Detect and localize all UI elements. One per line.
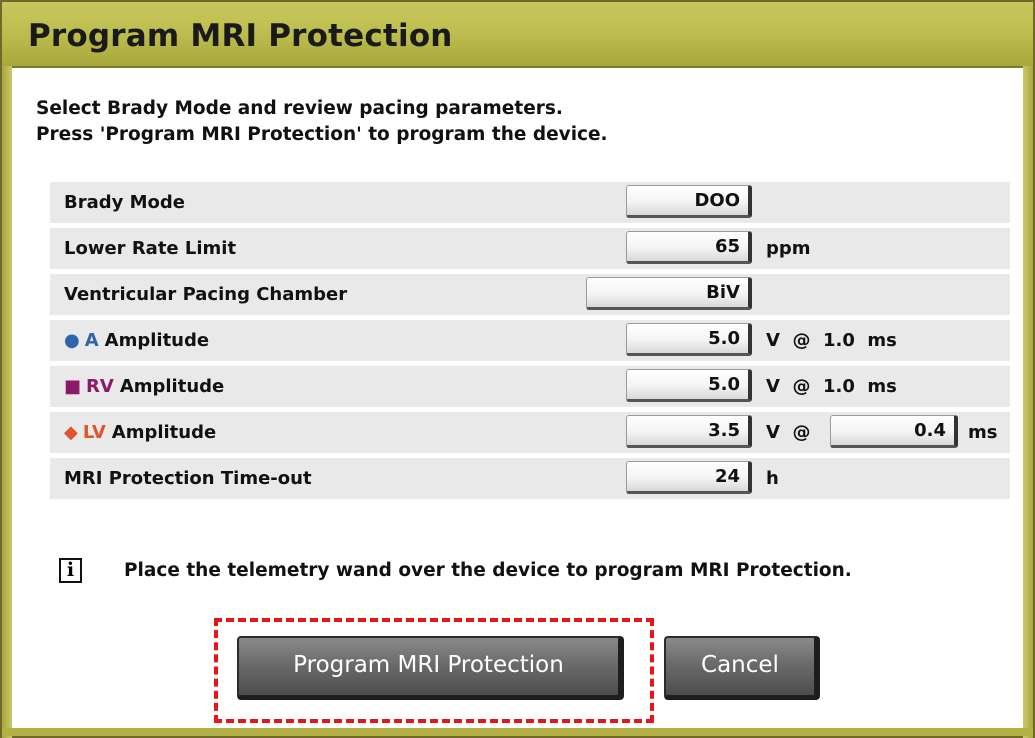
lv-amplitude-unit: V @ — [766, 422, 811, 443]
row-lv-amplitude: ◆ LV Amplitude 3.5 V @ 0.4 ms — [50, 412, 1010, 453]
instruction-line-1: Select Brady Mode and review pacing para… — [36, 98, 563, 119]
rv-amplitude-label-group: ■ RV Amplitude — [64, 376, 224, 397]
lv-channel-label: LV — [82, 422, 106, 443]
a-amplitude-button[interactable]: 5.0 — [626, 323, 752, 356]
cancel-button[interactable]: Cancel — [664, 636, 820, 700]
a-amplitude-unit: V @ 1.0 ms — [766, 330, 897, 351]
row-rv-amplitude: ■ RV Amplitude 5.0 V @ 1.0 ms — [50, 366, 1010, 407]
frame-bottom — [2, 728, 1033, 736]
frame-right — [1023, 66, 1033, 738]
mri-timeout-unit: h — [766, 468, 779, 489]
mri-timeout-label: MRI Protection Time-out — [64, 468, 312, 489]
row-vent-pacing-chamber: Ventricular Pacing Chamber BiV — [50, 274, 1010, 315]
lv-pulse-width-button[interactable]: 0.4 — [830, 415, 958, 448]
a-channel-label: A — [84, 330, 99, 351]
rv-amplitude-label: Amplitude — [119, 376, 225, 397]
mri-timeout-button[interactable]: 24 — [626, 461, 752, 494]
lv-amplitude-label: Amplitude — [111, 422, 217, 443]
lv-amplitude-button[interactable]: 3.5 — [626, 415, 752, 448]
lv-diamond-icon: ◆ — [64, 422, 78, 443]
rv-square-icon: ■ — [64, 376, 82, 397]
brady-mode-label: Brady Mode — [64, 192, 185, 213]
vent-pacing-chamber-label: Ventricular Pacing Chamber — [64, 284, 348, 305]
lv-pulse-width-unit: ms — [968, 422, 998, 443]
dialog-title: Program MRI Protection — [28, 18, 453, 54]
rv-amplitude-button[interactable]: 5.0 — [626, 369, 752, 402]
frame-left — [2, 66, 12, 738]
lower-rate-limit-unit: ppm — [766, 238, 811, 259]
a-circle-icon: ● — [64, 330, 80, 351]
rv-amplitude-unit: V @ 1.0 ms — [766, 376, 897, 397]
a-amplitude-label: Amplitude — [104, 330, 210, 351]
row-a-amplitude: ● A Amplitude 5.0 V @ 1.0 ms — [50, 320, 1010, 361]
lower-rate-limit-label: Lower Rate Limit — [64, 238, 237, 259]
info-icon: i — [59, 558, 82, 583]
a-amplitude-label-group: ● A Amplitude — [64, 330, 209, 351]
lv-amplitude-label-group: ◆ LV Amplitude — [64, 422, 216, 443]
info-message: Place the telemetry wand over the device… — [124, 560, 852, 581]
program-mri-protection-button[interactable]: Program MRI Protection — [237, 636, 624, 700]
row-mri-timeout: MRI Protection Time-out 24 h — [50, 458, 1010, 499]
brady-mode-button[interactable]: DOO — [626, 185, 752, 218]
row-lower-rate-limit: Lower Rate Limit 65 ppm — [50, 228, 1010, 269]
dialog-content: Select Brady Mode and review pacing para… — [14, 68, 1021, 728]
mri-protection-dialog: Program MRI Protection Select Brady Mode… — [0, 0, 1035, 738]
lower-rate-limit-button[interactable]: 65 — [626, 231, 752, 264]
row-brady-mode: Brady Mode DOO — [50, 182, 1010, 223]
dialog-title-bar: Program MRI Protection — [2, 2, 1033, 68]
vent-pacing-chamber-button[interactable]: BiV — [586, 277, 752, 310]
rv-channel-label: RV — [86, 376, 114, 397]
instruction-line-2: Press 'Program MRI Protection' to progra… — [36, 124, 608, 145]
